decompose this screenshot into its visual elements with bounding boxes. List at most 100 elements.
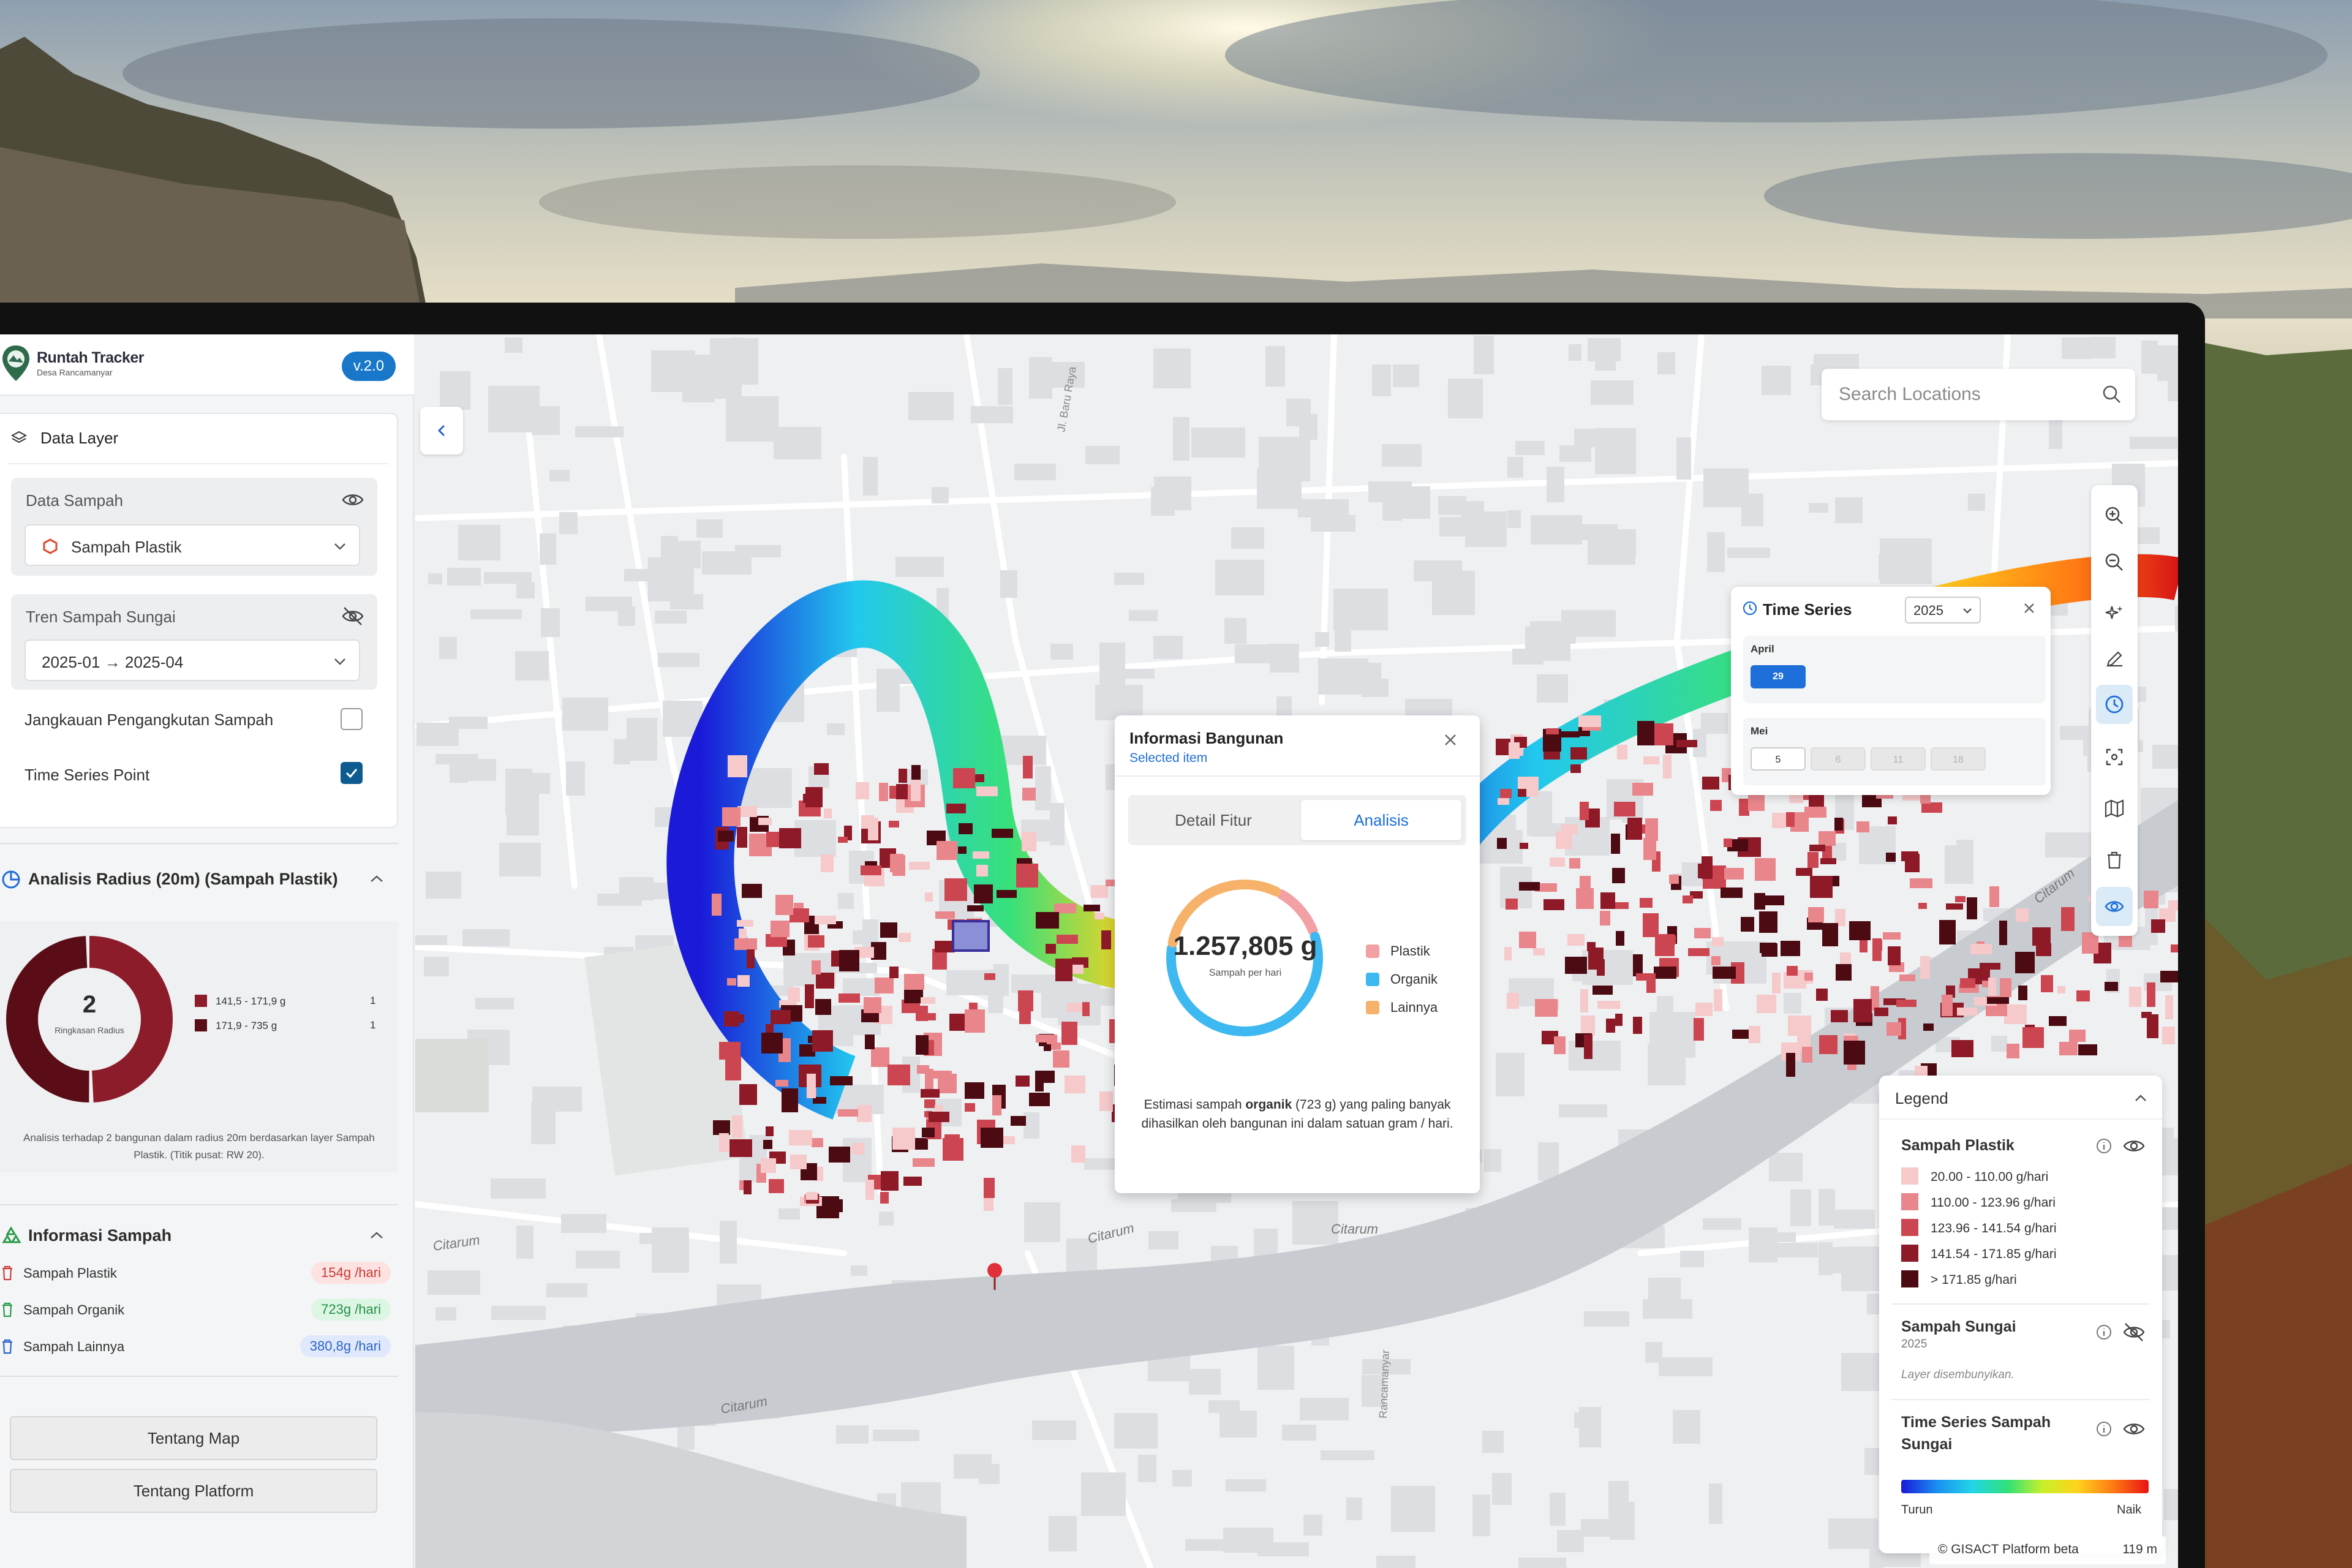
building-footprint[interactable] <box>1084 905 1100 911</box>
building-footprint[interactable] <box>779 828 801 848</box>
building-footprint[interactable] <box>1617 745 1627 760</box>
building-footprint[interactable] <box>1054 903 1076 913</box>
building-footprint[interactable] <box>2171 944 2178 952</box>
building-footprint[interactable] <box>871 1047 889 1067</box>
building-footprint[interactable] <box>1796 868 1812 876</box>
building-footprint[interactable] <box>719 1133 729 1152</box>
building-footprint[interactable] <box>944 1134 960 1154</box>
building-footprint[interactable] <box>771 1010 791 1024</box>
delete-button[interactable] <box>2096 840 2133 880</box>
building-footprint[interactable] <box>1887 1022 1901 1036</box>
building-footprint[interactable] <box>953 768 975 788</box>
building-footprint[interactable] <box>1544 899 1564 910</box>
building-footprint[interactable] <box>1055 959 1072 981</box>
building-footprint[interactable] <box>984 1178 995 1198</box>
building-footprint[interactable] <box>1095 913 1104 919</box>
building-footprint[interactable] <box>812 1138 823 1147</box>
building-footprint[interactable] <box>1871 986 1879 1011</box>
building-footprint[interactable] <box>917 1065 929 1074</box>
building-footprint[interactable] <box>880 922 897 938</box>
building-footprint[interactable] <box>1772 813 1786 828</box>
building-footprint[interactable] <box>1498 798 1509 805</box>
building-footprint[interactable] <box>1500 789 1512 798</box>
building-footprint[interactable] <box>1099 1091 1113 1111</box>
building-footprint[interactable] <box>965 1009 985 1033</box>
basemap-button[interactable] <box>2096 789 2133 828</box>
building-footprint[interactable] <box>1533 948 1545 956</box>
building-footprint[interactable] <box>1960 978 1975 988</box>
building-footprint[interactable] <box>1036 912 1059 929</box>
building-footprint[interactable] <box>1082 1002 1090 1016</box>
building-footprint[interactable] <box>1844 1041 1865 1065</box>
building-footprint[interactable] <box>1519 932 1536 948</box>
building-footprint[interactable] <box>1663 755 1672 778</box>
building-footprint[interactable] <box>1580 802 1589 820</box>
building-footprint[interactable] <box>1883 932 1901 940</box>
building-footprint[interactable] <box>1724 868 1744 880</box>
building-footprint[interactable] <box>839 950 859 971</box>
close-icon[interactable] <box>1442 731 1459 748</box>
building-footprint[interactable] <box>2018 986 2027 1000</box>
building-footprint[interactable] <box>861 815 874 829</box>
building-footprint[interactable] <box>2032 927 2051 946</box>
building-footprint[interactable] <box>892 1128 915 1150</box>
building-footprint[interactable] <box>1565 957 1587 974</box>
building-footprint[interactable] <box>1804 973 1813 981</box>
building-footprint[interactable] <box>1967 897 1977 919</box>
building-footprint[interactable] <box>937 841 957 860</box>
building-footprint[interactable] <box>838 1109 858 1117</box>
building-footprint[interactable] <box>2000 978 2011 997</box>
ai-sparkle-button[interactable] <box>2096 594 2133 633</box>
building-footprint[interactable] <box>1987 997 2009 1004</box>
building-footprint[interactable] <box>904 974 924 990</box>
building-footprint[interactable] <box>1071 1145 1085 1163</box>
building-footprint[interactable] <box>1065 1076 1085 1093</box>
building-footprint[interactable] <box>1856 821 1869 832</box>
radius-analysis-header[interactable]: Analisis Radius (20m) (Sampah Plastik) <box>0 858 398 900</box>
building-footprint[interactable] <box>821 854 834 872</box>
building-footprint[interactable] <box>2059 1042 2078 1055</box>
building-footprint[interactable] <box>992 1095 1001 1115</box>
building-footprint[interactable] <box>888 1065 910 1085</box>
building-footprint[interactable] <box>1606 1019 1615 1033</box>
building-footprint[interactable] <box>1807 852 1819 868</box>
building-footprint[interactable] <box>1757 995 1776 1013</box>
building-footprint[interactable] <box>1546 728 1559 734</box>
data-sampah-select[interactable]: Sampah Plastik <box>24 524 360 566</box>
building-footprint[interactable] <box>1636 973 1656 981</box>
building-footprint[interactable] <box>1044 1044 1051 1051</box>
building-footprint[interactable] <box>1016 1076 1030 1087</box>
building-footprint[interactable] <box>1760 943 1776 953</box>
building-footprint[interactable] <box>1036 1035 1057 1042</box>
building-footprint[interactable] <box>1535 999 1558 1017</box>
building-footprint[interactable] <box>830 1076 853 1085</box>
building-footprint[interactable] <box>1732 1030 1751 1039</box>
building-footprint[interactable] <box>924 1099 935 1108</box>
building-footprint[interactable] <box>1970 944 1992 954</box>
building-footprint[interactable] <box>935 911 955 919</box>
building-footprint[interactable] <box>1637 721 1654 745</box>
day-chip[interactable]: 29 <box>1751 665 1806 688</box>
building-footprint[interactable] <box>889 821 899 827</box>
building-footprint[interactable] <box>2004 1005 2027 1024</box>
building-footprint[interactable] <box>1910 878 1932 888</box>
building-footprint[interactable] <box>1612 868 1625 883</box>
building-footprint[interactable] <box>1712 937 1724 946</box>
building-footprint[interactable] <box>959 823 973 834</box>
building-footprint[interactable] <box>2076 990 2090 1001</box>
building-footprint[interactable] <box>763 1140 772 1149</box>
building-footprint[interactable] <box>1654 967 1676 979</box>
building-footprint[interactable] <box>997 890 1017 898</box>
building-footprint[interactable] <box>1694 928 1711 938</box>
eye-off-icon[interactable] <box>2122 1322 2146 1343</box>
building-footprint[interactable] <box>857 1105 872 1122</box>
building-footprint[interactable] <box>967 905 984 911</box>
building-footprint[interactable] <box>1588 948 1604 970</box>
building-footprint[interactable] <box>1920 956 1930 979</box>
building-footprint[interactable] <box>1749 1026 1760 1043</box>
building-footprint[interactable] <box>1809 845 1825 851</box>
building-footprint[interactable] <box>2015 952 2035 973</box>
building-footprint[interactable] <box>1787 966 1798 976</box>
building-footprint[interactable] <box>744 1180 752 1194</box>
building-footprint[interactable] <box>1023 756 1033 778</box>
